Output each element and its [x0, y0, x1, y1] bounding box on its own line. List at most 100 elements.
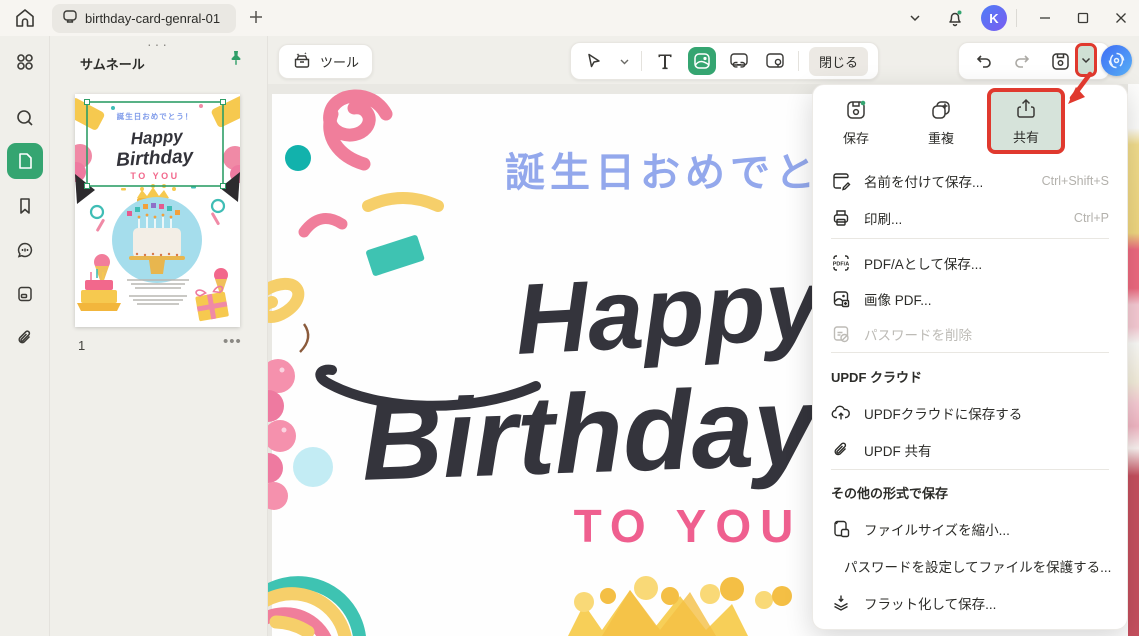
minimize-button[interactable]: [1028, 0, 1062, 36]
thumbnail-panel: ··· サムネール 誕生日おめでとう！ Happy Birthday TO YO…: [51, 36, 268, 636]
new-tab-button[interactable]: [246, 7, 266, 32]
app-grid-icon[interactable]: [7, 44, 43, 80]
panel-drag-handle[interactable]: ···: [147, 36, 170, 52]
tools-button-label: ツール: [320, 55, 360, 70]
page-thumbnail-1[interactable]: 誕生日おめでとう！ Happy Birthday TO YOU: [65, 94, 251, 327]
quick-share-button-highlighted[interactable]: 共有: [987, 88, 1065, 154]
save-icon[interactable]: [1047, 48, 1073, 74]
menu-item-save-as-pdfa[interactable]: PDF/A PDF/Aとして保存...: [831, 251, 1109, 275]
menu-item-save-as[interactable]: 名前を付けて保存... Ctrl+Shift+S: [831, 169, 1109, 193]
toolbox-icon: [292, 50, 312, 73]
menu-item-label: UPDF 共有: [864, 444, 932, 459]
canvas-title-word1[interactable]: Happy: [513, 248, 828, 376]
menu-divider: [831, 352, 1109, 353]
menu-item-image-pdf[interactable]: 画像 PDF...: [831, 287, 1109, 311]
menu-item-reduce-file-size[interactable]: ファイルサイズを縮小...: [831, 517, 1109, 541]
save-share-dropdown-menu: 保存 重複 共有 名前を付けて保存... Ctrl+Shift+S 印刷... …: [812, 84, 1128, 630]
panel-title: サムネール: [80, 57, 145, 72]
toolbar-separator: [641, 51, 642, 71]
page-edge-sliver: [1128, 84, 1139, 636]
duplicate-icon: [932, 100, 950, 119]
thumb-title-word2: Birthday: [116, 146, 195, 171]
save-as-icon: [833, 173, 851, 191]
page-options-icon[interactable]: •••: [223, 333, 242, 350]
remove-password-icon: [833, 326, 849, 343]
menu-item-remove-password: パスワードを削除: [831, 322, 1109, 346]
menu-item-label: パスワードを削除: [864, 328, 972, 343]
image-pdf-icon: [833, 291, 850, 308]
menu-item-label: UPDFクラウドに保存する: [864, 407, 1023, 422]
thumb-greeting-jp: 誕生日おめでとう！: [117, 111, 194, 121]
menu-divider: [831, 469, 1109, 470]
maximize-button[interactable]: [1066, 0, 1100, 36]
toolbar-separator: [798, 51, 799, 71]
pdfa-icon: PDF/A: [833, 255, 850, 271]
undo-icon[interactable]: [971, 48, 997, 74]
menu-item-label: パスワードを設定してファイルを保護する...: [844, 560, 1112, 575]
pin-icon[interactable]: [227, 49, 245, 72]
quick-save-button[interactable]: 保存: [821, 91, 891, 153]
image-tool-selected[interactable]: [688, 47, 716, 75]
thumb-title-word1: Happy: [130, 127, 184, 149]
select-tool-chevron-icon[interactable]: [617, 48, 631, 74]
link-tool[interactable]: [726, 48, 752, 74]
user-avatar[interactable]: K: [981, 5, 1007, 31]
notifications-bell-icon[interactable]: [938, 0, 972, 36]
sidebar-item-attachments[interactable]: [7, 320, 43, 356]
titlebar-chevron-down-icon[interactable]: [898, 0, 932, 36]
canvas-greeting-jp[interactable]: 誕生日おめでと: [505, 151, 820, 195]
sidebar-item-bookmarks[interactable]: [7, 188, 43, 224]
menu-item-flatten-and-save[interactable]: フラット化して保存...: [831, 591, 1109, 615]
stamp-location-tool[interactable]: [762, 48, 788, 74]
text-tool[interactable]: [652, 48, 678, 74]
confetti-teal-dot: [285, 145, 311, 171]
shortcut-label: Ctrl+Shift+S: [1041, 174, 1109, 188]
quick-save-label: 保存: [842, 130, 869, 146]
menu-item-label: 印刷...: [864, 212, 903, 227]
quick-share-label: 共有: [1012, 129, 1039, 145]
document-tab[interactable]: birthday-card-genral-01: [52, 4, 236, 33]
quick-duplicate-label: 重複: [927, 130, 954, 146]
sidebar-item-pages[interactable]: [7, 276, 43, 312]
menu-item-print[interactable]: 印刷... Ctrl+P: [831, 206, 1109, 230]
svg-text:PDF/A: PDF/A: [833, 262, 850, 268]
menu-item-updf-share[interactable]: UPDF 共有: [831, 438, 1109, 462]
printer-icon: [833, 210, 849, 226]
menu-divider: [831, 238, 1109, 239]
sidebar-item-thumbnails[interactable]: [7, 143, 43, 179]
quick-save-icon: [847, 100, 866, 119]
menu-item-protect-with-password[interactable]: パスワードを設定してファイルを保護する...: [831, 554, 1112, 578]
sidebar-item-comments[interactable]: [7, 232, 43, 268]
paperclip-icon: [834, 442, 847, 456]
share-icon: [1017, 98, 1035, 118]
menu-item-label: フラット化して保存...: [864, 597, 997, 612]
light-blue-dot: [293, 447, 333, 487]
updf-app-window: birthday-card-genral-01 K ··· サムネール 誕生日お…: [0, 0, 1139, 636]
canvas-subtitle[interactable]: TO YOU: [574, 500, 803, 552]
tab-doc-icon: [62, 8, 78, 29]
redo-icon[interactable]: [1009, 48, 1035, 74]
select-tool[interactable]: [581, 48, 607, 74]
ai-assistant-button[interactable]: [1101, 45, 1132, 76]
thumb-subtitle: TO YOU: [130, 171, 179, 181]
save-options-chevron-button[interactable]: [1075, 43, 1097, 77]
edit-toolbar: 閉じる: [570, 42, 880, 80]
tab-title: birthday-card-genral-01: [85, 11, 221, 26]
menu-item-label: PDF/Aとして保存...: [864, 257, 983, 272]
canvas-title-word2[interactable]: Birthday: [359, 363, 822, 504]
search-icon[interactable]: [7, 100, 43, 136]
shortcut-label: Ctrl+P: [1073, 211, 1109, 225]
cloud-upload-icon: [831, 405, 850, 420]
menu-section-other-formats: その他の形式で保存: [831, 486, 949, 501]
close-window-button[interactable]: [1104, 0, 1138, 36]
titlebar-divider: [1016, 9, 1017, 27]
tools-button[interactable]: ツール: [278, 44, 374, 79]
home-icon[interactable]: [13, 6, 37, 35]
reduce-file-size-icon: [834, 520, 850, 538]
titlebar: birthday-card-genral-01 K: [0, 0, 1139, 36]
page-number: 1: [78, 338, 86, 353]
quick-duplicate-button[interactable]: 重複: [906, 91, 976, 153]
left-icon-rail: [0, 36, 50, 636]
menu-item-save-to-cloud[interactable]: UPDFクラウドに保存する: [831, 401, 1109, 425]
close-edit-mode-button[interactable]: 閉じる: [809, 46, 869, 76]
